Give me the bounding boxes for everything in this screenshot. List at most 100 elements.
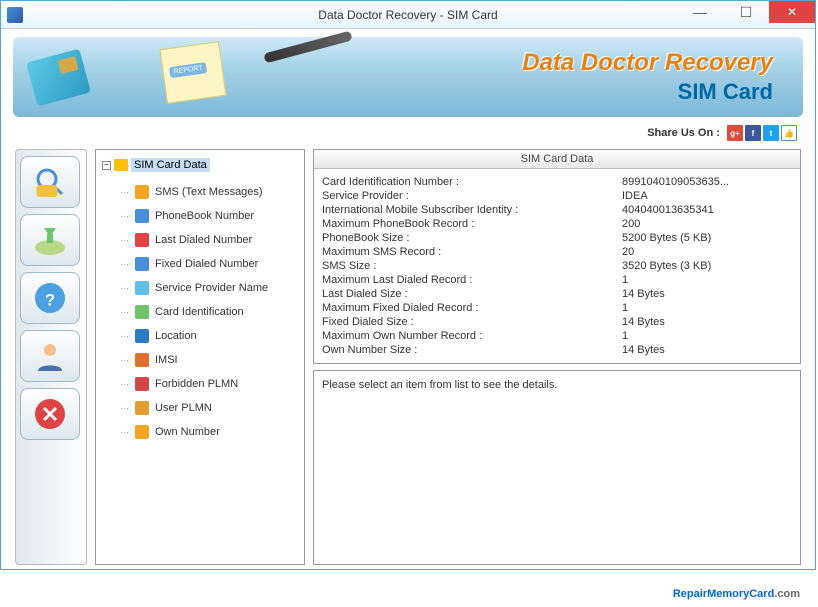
row-value: 5200 Bytes (5 KB) [622,232,711,244]
help-button[interactable]: ? [20,272,80,324]
tree-item-label: Fixed Dialed Number [155,258,258,270]
table-row: International Mobile Subscriber Identity… [322,203,792,217]
row-label: International Mobile Subscriber Identity… [322,204,622,216]
row-label: Maximum SMS Record : [322,246,622,258]
tree-item[interactable]: ⋯ Fixed Dialed Number [118,252,300,276]
tree-item[interactable]: ⋯ PhoneBook Number [118,204,300,228]
tree-connector-icon: ⋯ [120,259,129,270]
search-sim-button[interactable] [20,156,80,208]
titlebar[interactable]: Data Doctor Recovery - SIM Card — ☐ ✕ [1,1,815,29]
table-row: Maximum Fixed Dialed Record :1 [322,301,792,315]
details-placeholder: Please select an item from list to see t… [322,379,557,391]
tree-item-label: SMS (Text Messages) [155,186,263,198]
report-icon [159,41,226,104]
tree-item[interactable]: ⋯IMSI [118,348,300,372]
tree-item-label: Forbidden PLMN [155,378,238,390]
tree-item[interactable]: ⋯ User PLMN [118,396,300,420]
table-body: Card Identification Number :899104010905… [314,169,800,363]
table-row: Card Identification Number :899104010905… [322,175,792,189]
tree-item-label: Card Identification [155,306,244,318]
user-button[interactable] [20,330,80,382]
brand-name: Data Doctor Recovery [522,49,773,77]
share-row: Share Us On : g+ f t 👍 [1,121,815,149]
tree-root-node[interactable]: − SIM Card Data [100,156,300,174]
sim-data-table: SIM Card Data Card Identification Number… [313,149,801,364]
maximize-button[interactable]: ☐ [723,1,769,23]
twitter-icon[interactable]: t [763,125,779,141]
tree-connector-icon: ⋯ [120,187,129,198]
close-button[interactable]: ✕ [769,1,815,23]
table-row: Service Provider :IDEA [322,189,792,203]
table-row: Maximum PhoneBook Record :200 [322,217,792,231]
row-value: 8991040109053635... [622,176,729,188]
tree-item[interactable]: ⋯ Own Number [118,420,300,444]
save-button[interactable] [20,214,80,266]
window-controls: — ☐ ✕ [677,1,815,28]
tree-item-label: IMSI [155,354,178,366]
thumbs-up-icon[interactable]: 👍 [781,125,797,141]
share-label: Share Us On : [647,127,720,139]
row-value: 1 [622,330,628,342]
row-label: Maximum Last Dialed Record : [322,274,622,286]
tree-item[interactable]: ⋯ Service Provider Name [118,276,300,300]
row-label: Maximum Fixed Dialed Record : [322,302,622,314]
tree-connector-icon: ⋯ [120,379,129,390]
tree-item-icon [135,209,149,223]
left-toolbar: ? [15,149,87,565]
table-row: Last Dialed Size :14 Bytes [322,287,792,301]
sim-card-icon [26,49,91,107]
tree-panel[interactable]: − SIM Card Data ⋯ SMS (Text Messages) ⋯ Pho… [95,149,305,565]
tree-item-label: User PLMN [155,402,212,414]
table-row: Fixed Dialed Size :14 Bytes [322,315,792,329]
table-row: SMS Size :3520 Bytes (3 KB) [322,259,792,273]
row-label: Own Number Size : [322,344,622,356]
table-header: SIM Card Data [314,150,800,169]
row-label: SMS Size : [322,260,622,272]
tree-item[interactable]: ⋯Location [118,324,300,348]
row-value: 3520 Bytes (3 KB) [622,260,711,272]
tree-connector-icon: ⋯ [120,235,129,246]
row-value: 404040013635341 [622,204,714,216]
exit-button[interactable] [20,388,80,440]
tree-item-label: Location [155,330,197,342]
table-row: Maximum Own Number Record :1 [322,329,792,343]
app-icon [7,7,23,23]
header-banner: Data Doctor Recovery SIM Card [13,37,803,117]
tree-connector-icon: ⋯ [120,403,129,414]
table-row: Maximum Last Dialed Record :1 [322,273,792,287]
tree-item-label: PhoneBook Number [155,210,254,222]
tree-item[interactable]: ⋯ SMS (Text Messages) [118,180,300,204]
footer-link[interactable]: RepairMemoryCard.com [673,584,800,601]
pen-icon [263,31,353,64]
tree-item[interactable]: ⋯ Forbidden PLMN [118,372,300,396]
tree-connector-icon: ⋯ [120,211,129,222]
tree-connector-icon: ⋯ [120,307,129,318]
application-window: Data Doctor Recovery - SIM Card — ☐ ✕ Da… [0,0,816,570]
row-value: 20 [622,246,634,258]
facebook-icon[interactable]: f [745,125,761,141]
tree-item-label: Service Provider Name [155,282,268,294]
row-label: Service Provider : [322,190,622,202]
row-label: Maximum PhoneBook Record : [322,218,622,230]
google-plus-icon[interactable]: g+ [727,125,743,141]
tree-connector-icon: ⋯ [120,427,129,438]
collapse-icon[interactable]: − [102,161,111,170]
minimize-button[interactable]: — [677,1,723,23]
tree-root-label: SIM Card Data [131,158,210,172]
row-value: 14 Bytes [622,316,665,328]
row-value: 1 [622,302,628,314]
footer-link-ext: .com [774,588,800,600]
row-value: 14 Bytes [622,288,665,300]
tree-item-label: Last Dialed Number [155,234,252,246]
row-value: 200 [622,218,640,230]
tree-item-label: Own Number [155,426,220,438]
tree-item[interactable]: ⋯ Card Identification [118,300,300,324]
main-content: ? − SIM Card Data ⋯ SMS (Text Messages) ⋯ P… [1,149,815,579]
row-value: IDEA [622,190,648,202]
tree-item-icon [135,425,149,439]
tree-connector-icon: ⋯ [120,283,129,294]
tree-item[interactable]: ⋯ Last Dialed Number [118,228,300,252]
row-label: PhoneBook Size : [322,232,622,244]
row-value: 1 [622,274,628,286]
tree-item-icon [135,185,149,199]
